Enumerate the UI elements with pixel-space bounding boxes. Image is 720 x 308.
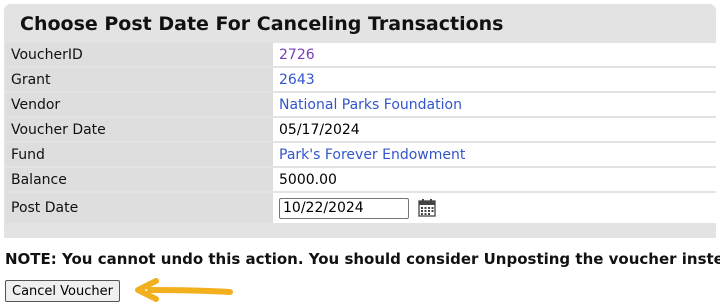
table-row: Post Date — [5, 191, 716, 223]
voucher-details-table: VoucherID 2726 Grant 2643 Vendor Nationa… — [5, 43, 716, 223]
voucher-date-value: 05/17/2024 — [273, 116, 716, 142]
vendor-link[interactable]: National Parks Foundation — [279, 97, 462, 113]
table-row: Voucher Date 05/17/2024 — [5, 116, 716, 142]
post-date-label: Post Date — [5, 191, 273, 223]
calendar-icon[interactable] — [418, 199, 437, 217]
panel-title: Choose Post Date For Canceling Transacti… — [20, 13, 504, 35]
voucher-date-label: Voucher Date — [5, 116, 273, 142]
grant-label: Grant — [5, 66, 273, 92]
warning-note: NOTE: You cannot undo this action. You s… — [5, 250, 720, 268]
table-row: Balance 5000.00 — [5, 166, 716, 192]
table-row: Fund Park's Forever Endowment — [5, 141, 716, 167]
vendor-label: Vendor — [5, 91, 273, 117]
fund-label: Fund — [5, 141, 273, 167]
balance-label: Balance — [5, 166, 273, 192]
cancel-voucher-button[interactable]: Cancel Voucher — [5, 280, 120, 302]
table-row: VoucherID 2726 — [5, 43, 716, 67]
grant-link[interactable]: 2643 — [279, 72, 315, 88]
table-row: Vendor National Parks Foundation — [5, 91, 716, 117]
post-date-input[interactable] — [279, 197, 409, 219]
voucher-id-link[interactable]: 2726 — [279, 47, 315, 63]
fund-link[interactable]: Park's Forever Endowment — [279, 147, 465, 163]
pointer-arrow-icon — [135, 278, 233, 302]
voucher-id-label: VoucherID — [5, 43, 273, 67]
table-row: Grant 2643 — [5, 66, 716, 92]
balance-value: 5000.00 — [273, 166, 716, 192]
